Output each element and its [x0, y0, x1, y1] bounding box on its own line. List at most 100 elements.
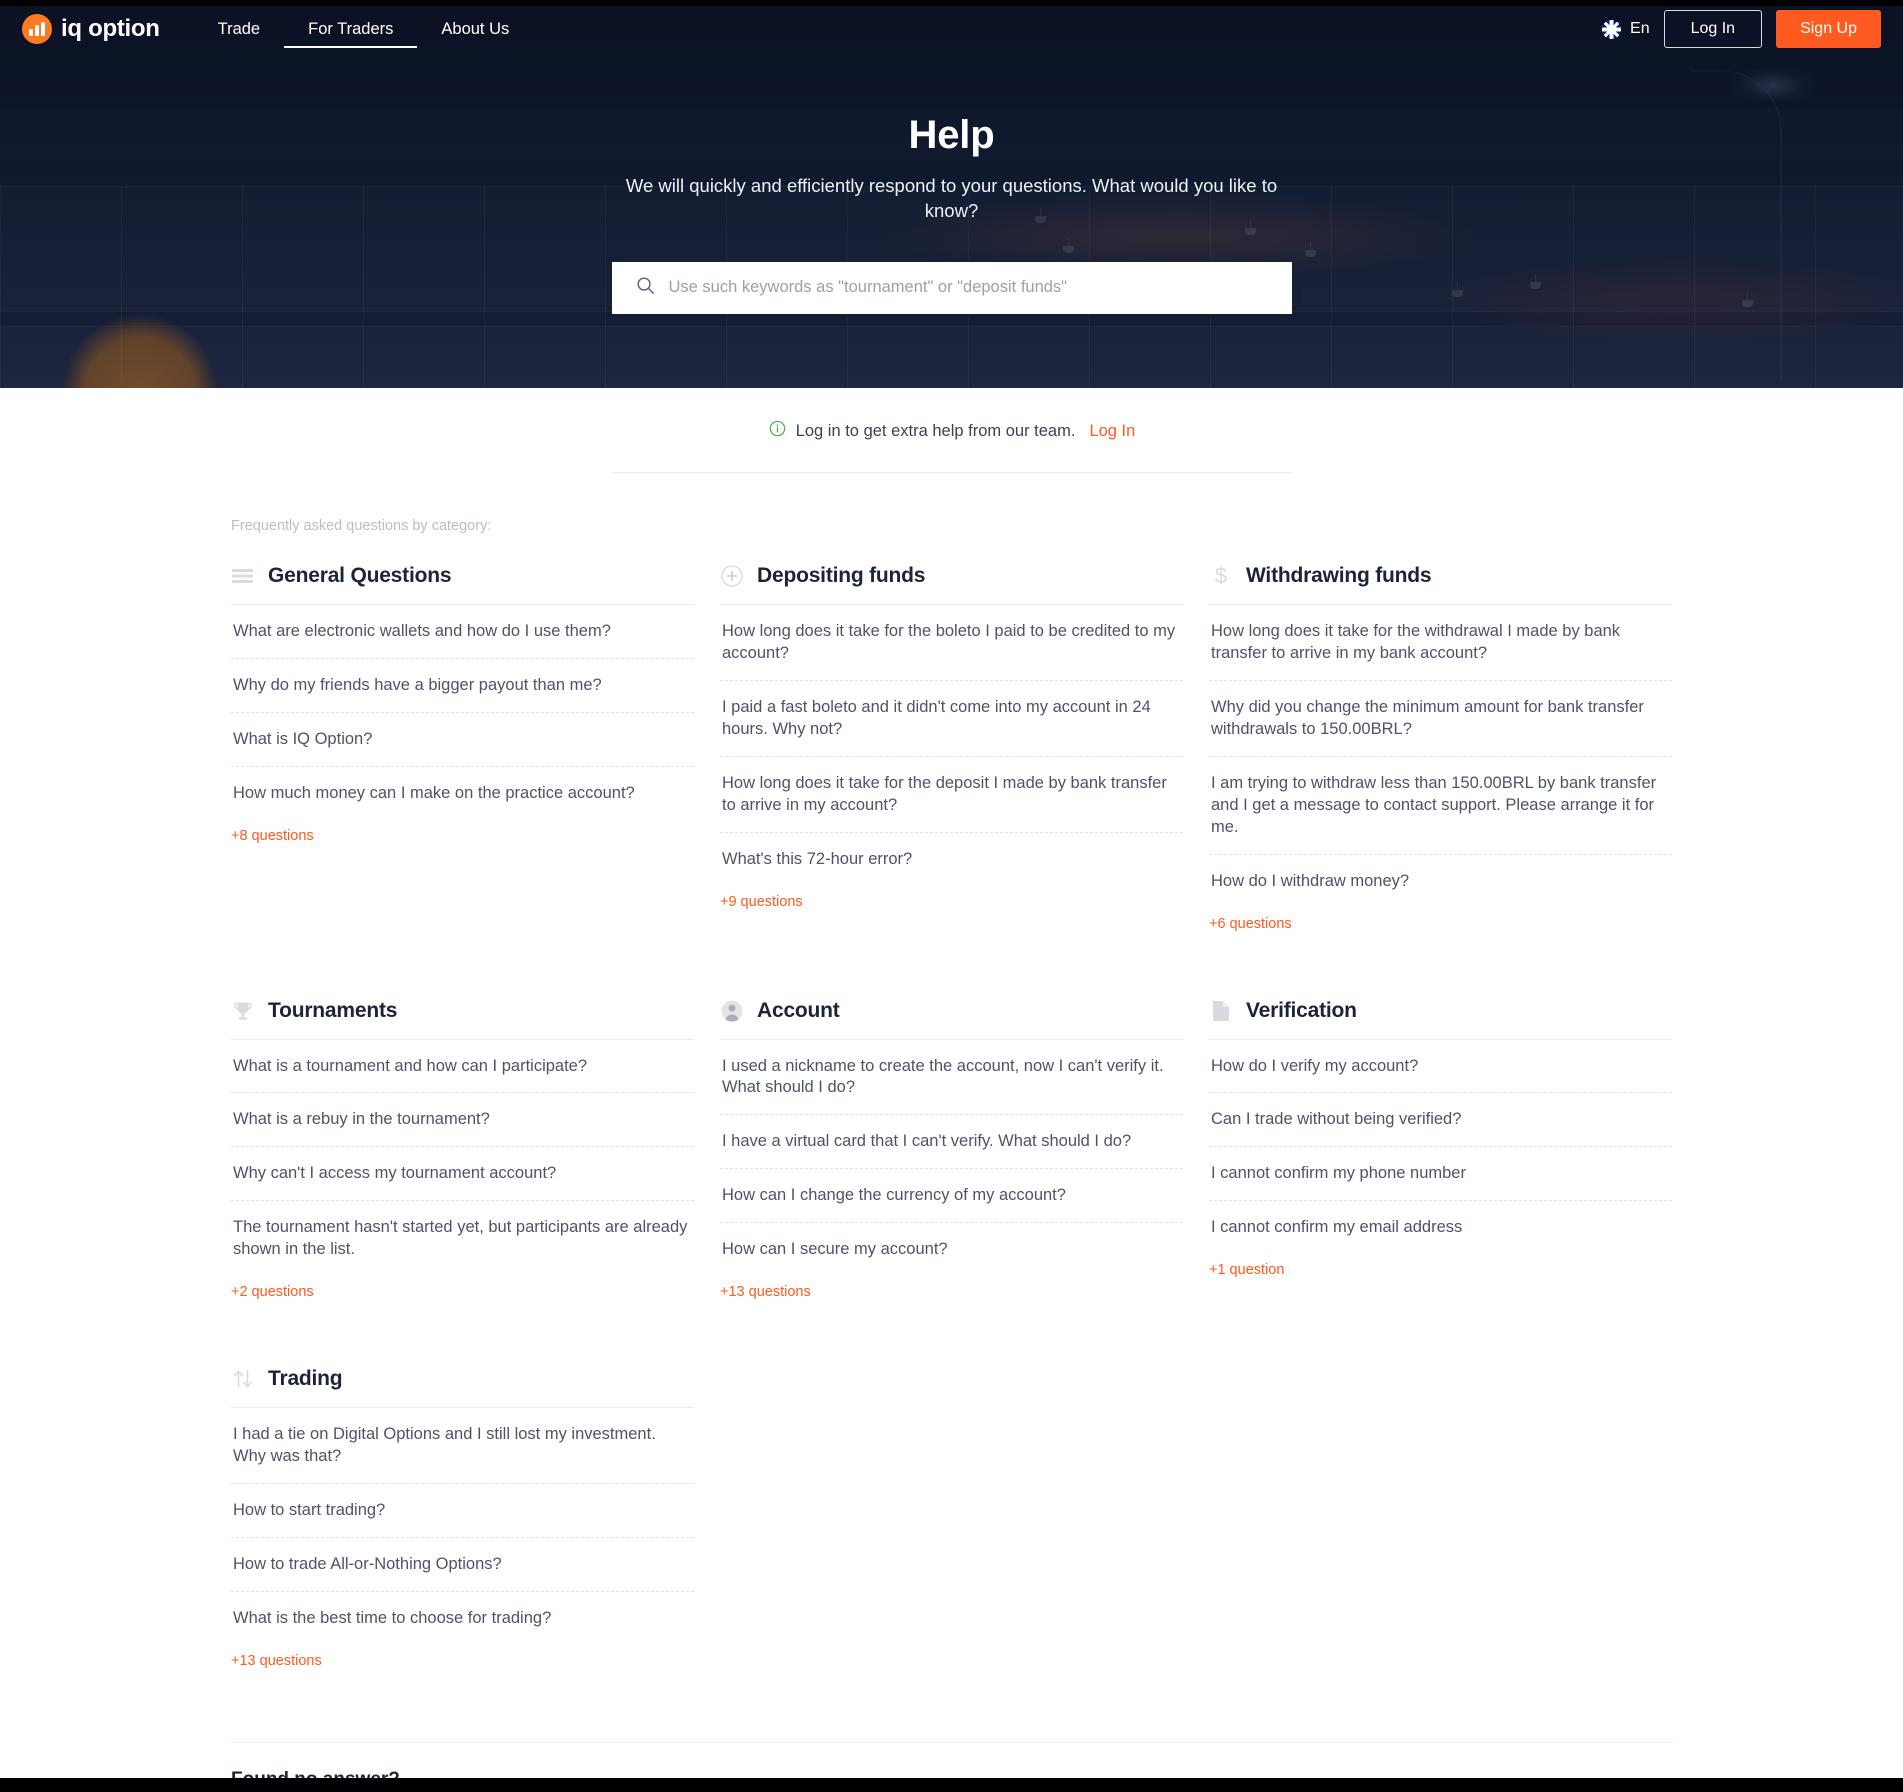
question-link[interactable]: What is a tournament and how can I parti… — [231, 1040, 694, 1093]
dollar-sign-icon: $ — [1209, 564, 1233, 588]
faq-grid: General Questions What are electronic wa… — [231, 564, 1673, 1736]
question-link[interactable]: What's this 72-hour error? — [720, 833, 1183, 886]
login-notice-link[interactable]: Log In — [1089, 422, 1135, 441]
info-icon — [769, 420, 786, 442]
question-list: How long does it take for the boleto I p… — [720, 605, 1183, 886]
question-link[interactable]: How do I withdraw money? — [1209, 855, 1672, 908]
question-link[interactable]: The tournament hasn't started yet, but p… — [231, 1201, 694, 1276]
question-list: What are electronic wallets and how do I… — [231, 605, 694, 820]
question-link[interactable]: What are electronic wallets and how do I… — [231, 605, 694, 658]
category-title: Depositing funds — [757, 564, 926, 587]
category-header: Depositing funds — [720, 564, 1183, 605]
header-login-button[interactable]: Log In — [1663, 10, 1763, 48]
question-link[interactable]: I have a virtual card that I can't verif… — [720, 1115, 1183, 1168]
arrows-up-down-icon — [231, 1367, 255, 1391]
question-item: I have a virtual card that I can't verif… — [720, 1115, 1183, 1170]
question-link[interactable]: I used a nickname to create the account,… — [720, 1040, 1183, 1115]
user-avatar-icon — [720, 999, 744, 1023]
category-header: General Questions — [231, 564, 694, 605]
nav-item-about-us[interactable]: About Us — [417, 0, 533, 58]
question-item: What is IQ Option? — [231, 713, 694, 767]
faq-category-verification: Verification How do I verify my account?… — [1209, 999, 1672, 1302]
plus-circle-icon — [720, 564, 744, 588]
question-link[interactable]: How to trade All-or-Nothing Options? — [231, 1538, 694, 1591]
more-questions-link[interactable]: +9 questions — [720, 894, 803, 910]
question-link[interactable]: How much money can I make on the practic… — [231, 767, 694, 820]
search-input[interactable] — [668, 278, 1268, 298]
page-title: Help — [908, 113, 995, 157]
more-questions-link[interactable]: +13 questions — [720, 1284, 811, 1300]
language-label: En — [1630, 20, 1650, 37]
question-item: How long does it take for the deposit I … — [720, 757, 1183, 833]
question-link[interactable]: How long does it take for the boleto I p… — [720, 605, 1183, 680]
question-link[interactable]: I cannot confirm my phone number — [1209, 1147, 1672, 1200]
hamburger-icon — [231, 564, 255, 588]
question-link[interactable]: I cannot confirm my email address — [1209, 1201, 1672, 1254]
question-item: Can I trade without being verified? — [1209, 1093, 1672, 1148]
category-title: Withdrawing funds — [1246, 564, 1432, 587]
question-item: What's this 72-hour error? — [720, 833, 1183, 886]
bottom-black-strip — [0, 1778, 1903, 1792]
top-navigation: iq option Trade For Traders About Us En … — [0, 0, 1903, 58]
login-notice: Log in to get extra help from our team. … — [231, 420, 1673, 442]
main-content: Log in to get extra help from our team. … — [231, 388, 1673, 1792]
more-questions-link[interactable]: +13 questions — [231, 1653, 322, 1669]
nav-links: Trade For Traders About Us — [194, 0, 534, 58]
question-link[interactable]: How can I secure my account? — [720, 1223, 1183, 1276]
faq-category-trading: Trading I had a tie on Digital Options a… — [231, 1367, 694, 1670]
question-item: How long does it take for the boleto I p… — [720, 605, 1183, 681]
question-link[interactable]: Why did you change the minimum amount fo… — [1209, 681, 1672, 756]
category-header: Verification — [1209, 999, 1672, 1040]
question-list: I had a tie on Digital Options and I sti… — [231, 1408, 694, 1645]
svg-text:$: $ — [1215, 564, 1227, 588]
question-item: How can I change the currency of my acco… — [720, 1169, 1183, 1224]
question-link[interactable]: Why can't I access my tournament account… — [231, 1147, 694, 1200]
question-item: How do I withdraw money? — [1209, 855, 1672, 908]
question-link[interactable]: I am trying to withdraw less than 150.00… — [1209, 757, 1672, 854]
more-questions-link[interactable]: +1 question — [1209, 1262, 1284, 1278]
question-item: I cannot confirm my email address — [1209, 1201, 1672, 1254]
faq-category-general-questions: General Questions What are electronic wa… — [231, 564, 694, 933]
question-link[interactable]: What is a rebuy in the tournament? — [231, 1093, 694, 1146]
language-selector[interactable]: En — [1602, 19, 1650, 39]
category-title: Verification — [1246, 998, 1357, 1022]
question-link[interactable]: I had a tie on Digital Options and I sti… — [231, 1408, 694, 1483]
category-header: Account — [720, 999, 1183, 1040]
question-item: How long does it take for the withdrawal… — [1209, 605, 1672, 681]
question-link[interactable]: Can I trade without being verified? — [1209, 1093, 1672, 1146]
question-item: What is a rebuy in the tournament? — [231, 1093, 694, 1148]
header-signup-button[interactable]: Sign Up — [1776, 10, 1881, 48]
question-link[interactable]: How long does it take for the withdrawal… — [1209, 605, 1672, 680]
question-link[interactable]: I paid a fast boleto and it didn't come … — [720, 681, 1183, 756]
faq-section-label: Frequently asked questions by category: — [231, 518, 492, 534]
question-link[interactable]: How long does it take for the deposit I … — [720, 757, 1183, 832]
question-item: The tournament hasn't started yet, but p… — [231, 1201, 694, 1276]
question-link[interactable]: How to start trading? — [231, 1484, 694, 1537]
hero-banner: iq option Trade For Traders About Us En … — [0, 0, 1903, 388]
question-item: What is the best time to choose for trad… — [231, 1592, 694, 1645]
question-link[interactable]: How can I change the currency of my acco… — [720, 1169, 1183, 1222]
question-link[interactable]: Why do my friends have a bigger payout t… — [231, 659, 694, 712]
question-item: How to start trading? — [231, 1484, 694, 1538]
brand-name: iq option — [61, 15, 160, 42]
question-item: How much money can I make on the practic… — [231, 767, 694, 820]
top-black-strip — [0, 0, 1903, 6]
brand-logo[interactable]: iq option — [22, 14, 160, 44]
question-link[interactable]: What is the best time to choose for trad… — [231, 1592, 694, 1645]
nav-item-for-traders[interactable]: For Traders — [284, 0, 418, 58]
document-icon — [1209, 999, 1233, 1023]
question-list: What is a tournament and how can I parti… — [231, 1040, 694, 1277]
search-icon — [636, 276, 655, 300]
notice-divider — [612, 472, 1292, 473]
nav-item-trade[interactable]: Trade — [194, 0, 285, 58]
question-item: I paid a fast boleto and it didn't come … — [720, 681, 1183, 757]
more-questions-link[interactable]: +6 questions — [1209, 916, 1292, 932]
search-bar[interactable] — [611, 261, 1292, 314]
question-link[interactable]: What is IQ Option? — [231, 713, 694, 766]
question-link[interactable]: How do I verify my account? — [1209, 1040, 1672, 1093]
question-item: How to trade All-or-Nothing Options? — [231, 1538, 694, 1592]
more-questions-link[interactable]: +8 questions — [231, 828, 314, 844]
more-questions-link[interactable]: +2 questions — [231, 1284, 314, 1300]
category-title: General Questions — [268, 564, 452, 587]
question-item: Why can't I access my tournament account… — [231, 1147, 694, 1202]
